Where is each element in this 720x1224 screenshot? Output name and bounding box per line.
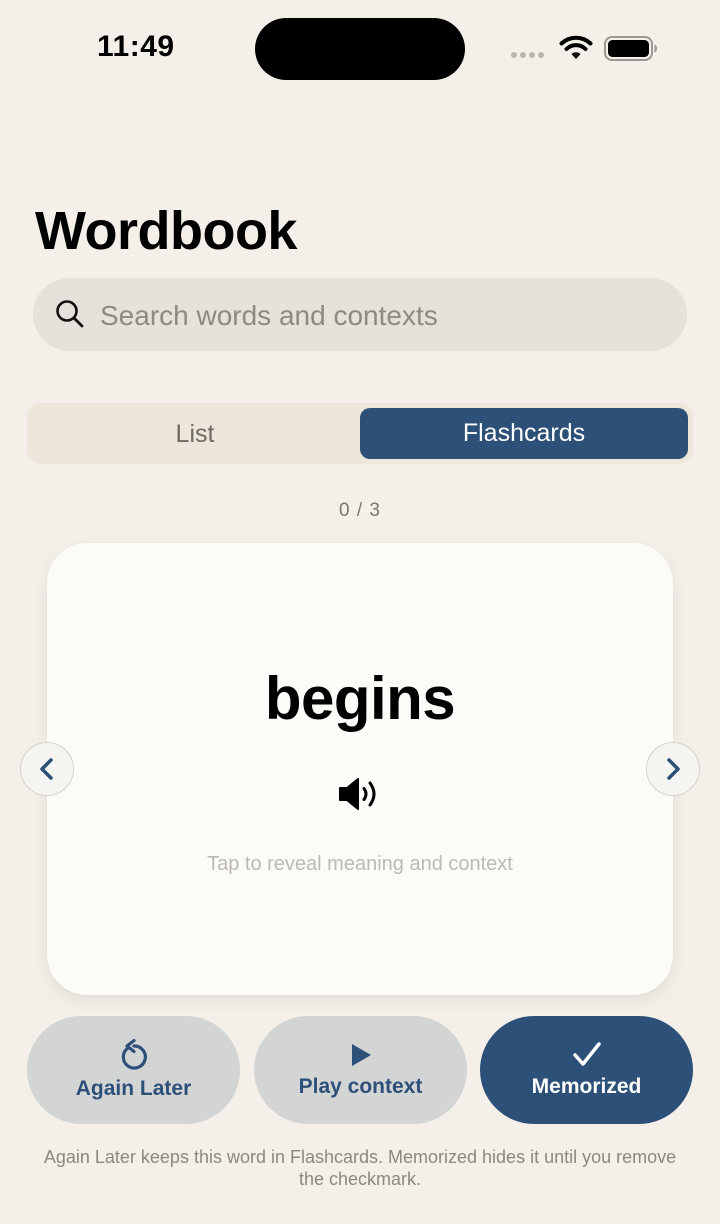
again-later-label: Again Later <box>75 1077 192 1100</box>
cellular-signal-icon <box>511 52 544 58</box>
memorized-label: Memorized <box>531 1075 642 1098</box>
memorized-button[interactable]: Memorized <box>480 1016 693 1124</box>
wordbook-screen: 11:49 Wordbook List Flashcards 0 / 3 beg… <box>0 0 720 1224</box>
tab-list[interactable]: List <box>32 409 358 459</box>
again-later-button[interactable]: Again Later <box>27 1016 240 1124</box>
search-icon <box>56 300 84 328</box>
speaker-icon[interactable] <box>338 776 382 812</box>
battery-icon <box>604 36 657 61</box>
play-context-button[interactable]: Play context <box>254 1016 467 1124</box>
flashcard[interactable] <box>47 543 673 995</box>
wifi-icon <box>559 35 593 59</box>
page-title: Wordbook <box>35 201 297 261</box>
play-icon <box>351 1044 371 1066</box>
reveal-hint: Tap to reveal meaning and context <box>207 853 513 875</box>
next-card-button[interactable] <box>646 742 700 796</box>
flashcard-word: begins <box>264 665 456 732</box>
search-input[interactable] <box>100 296 660 336</box>
checkmark-icon <box>572 1042 601 1066</box>
redo-icon <box>121 1039 147 1070</box>
chevron-left-icon <box>40 758 53 780</box>
play-context-label: Play context <box>298 1075 423 1098</box>
status-time: 11:49 <box>97 30 175 63</box>
previous-card-button[interactable] <box>20 742 74 796</box>
chevron-right-icon <box>667 758 680 780</box>
card-counter: 0 / 3 <box>339 500 381 521</box>
tab-flashcards[interactable]: Flashcards <box>360 408 688 459</box>
actions-footnote: Again Later keeps this word in Flashcard… <box>43 1147 677 1189</box>
dynamic-island <box>255 18 465 80</box>
